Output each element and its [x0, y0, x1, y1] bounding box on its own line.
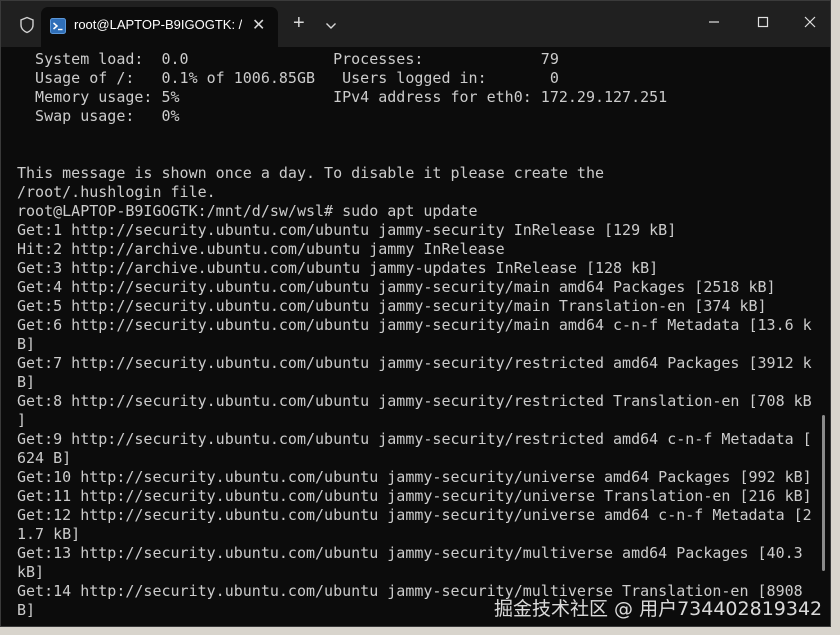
terminal-line: Get:1 http://security.ubuntu.com/ubuntu … — [17, 221, 677, 239]
watermark: 掘金技术社区 @ 用户734402819342 — [494, 598, 823, 620]
terminal-line: Get:3 http://archive.ubuntu.com/ubuntu j… — [17, 259, 659, 277]
tab-title: root@LAPTOP-B9IGOGTK: /mnt/d/ — [74, 17, 242, 32]
terminal-output[interactable]: System load: 0.0 Processes: 79 Usage of … — [1, 47, 829, 626]
terminal-line: Usage of /: 0.1% of 1006.85GB Users logg… — [17, 69, 559, 87]
terminal-icon — [50, 18, 66, 34]
terminal-window: root@LAPTOP-B9IGOGTK: /mnt/d/ ✕ + System… — [0, 0, 831, 627]
window-close-icon[interactable] — [787, 11, 830, 33]
terminal-line: Get:5 http://security.ubuntu.com/ubuntu … — [17, 297, 767, 315]
terminal-line: root@LAPTOP-B9IGOGTK:/mnt/d/sw/wsl# sudo… — [17, 202, 478, 220]
terminal-line: /root/.hushlogin file. — [17, 183, 216, 201]
chevron-down-icon[interactable] — [324, 18, 338, 29]
new-tab-button[interactable]: + — [293, 13, 305, 33]
terminal-line: Get:13 http://security.ubuntu.com/ubuntu… — [17, 544, 803, 562]
terminal-line: Get:7 http://security.ubuntu.com/ubuntu … — [17, 354, 812, 372]
shield-icon[interactable] — [18, 16, 36, 34]
terminal-line: Get:9 http://security.ubuntu.com/ubuntu … — [17, 430, 812, 448]
terminal-line: 1.7 kB] — [17, 525, 81, 543]
tab-terminal[interactable]: root@LAPTOP-B9IGOGTK: /mnt/d/ ✕ — [41, 7, 278, 47]
terminal-line: System load: 0.0 Processes: 79 — [17, 50, 559, 68]
terminal-line: Swap usage: 0% — [17, 107, 180, 125]
terminal-line: Get:4 http://security.ubuntu.com/ubuntu … — [17, 278, 776, 296]
terminal-line: kB] — [17, 563, 45, 581]
terminal-line: This message is shown once a day. To dis… — [17, 164, 604, 182]
terminal-line: ] — [17, 411, 27, 429]
terminal-line: B] — [17, 335, 36, 353]
terminal-line: Get:10 http://security.ubuntu.com/ubuntu… — [17, 468, 812, 486]
scrollbar[interactable] — [822, 415, 825, 571]
maximize-icon[interactable] — [740, 11, 786, 33]
title-bar[interactable]: root@LAPTOP-B9IGOGTK: /mnt/d/ ✕ + — [1, 1, 830, 47]
close-icon[interactable]: ✕ — [252, 17, 265, 35]
terminal-line: Get:8 http://security.ubuntu.com/ubuntu … — [17, 392, 812, 410]
terminal-line: Get:6 http://security.ubuntu.com/ubuntu … — [17, 316, 812, 334]
terminal-line: Get:12 http://security.ubuntu.com/ubuntu… — [17, 506, 812, 524]
terminal-line: 624 B] — [17, 449, 72, 467]
minimize-icon[interactable] — [691, 11, 737, 33]
terminal-line: Hit:2 http://archive.ubuntu.com/ubuntu j… — [17, 240, 505, 258]
terminal-line: B] — [17, 373, 36, 391]
terminal-line: Memory usage: 5% IPv4 address for eth0: … — [17, 88, 668, 106]
terminal-line: Get:11 http://security.ubuntu.com/ubuntu… — [17, 487, 812, 505]
